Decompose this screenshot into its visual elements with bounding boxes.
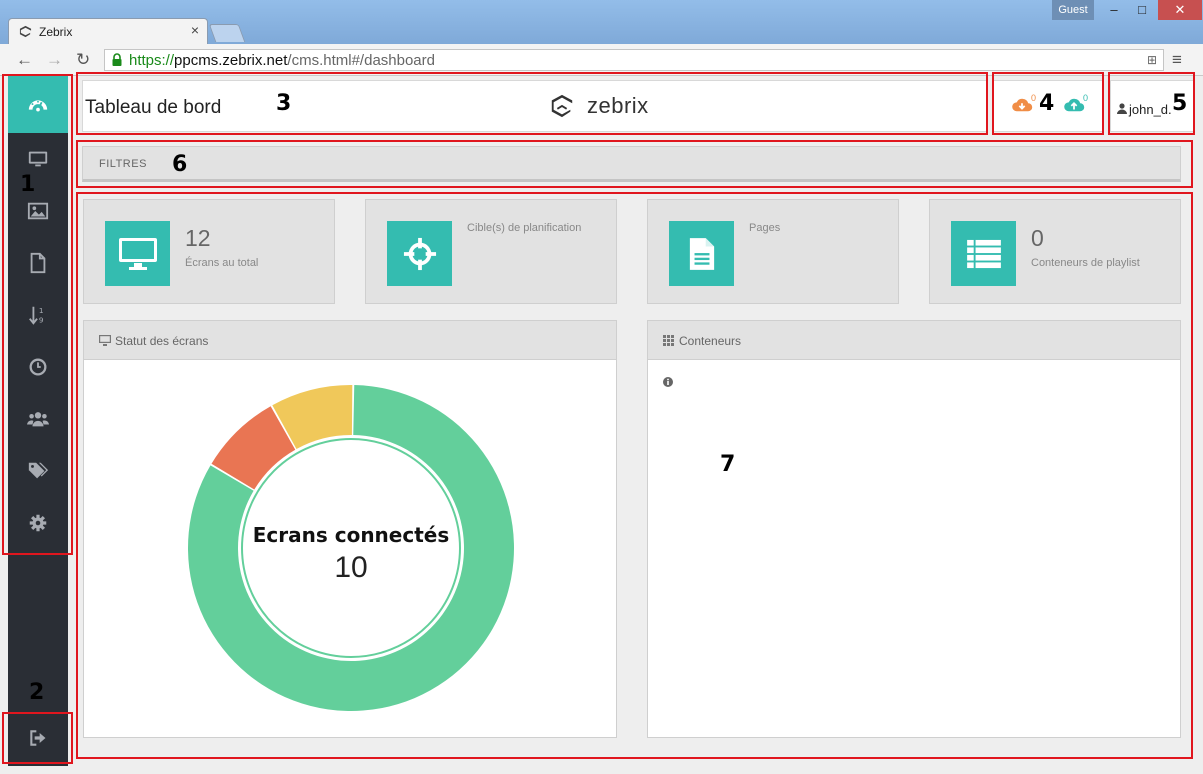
annotation-label-1: 1 (20, 172, 36, 197)
stat-icon-box (951, 221, 1016, 286)
lock-icon (112, 53, 122, 66)
sync-upload[interactable]: 0 (1063, 93, 1088, 118)
sync-download[interactable]: 0 (1011, 93, 1036, 118)
tab-close-button[interactable]: × (191, 22, 199, 38)
gear-icon (29, 514, 47, 532)
reload-button[interactable]: ↻ (76, 50, 90, 70)
sidebar: 19 (8, 76, 68, 766)
sync-download-count: 0 (1031, 93, 1037, 103)
annotation-label-3: 3 (276, 91, 292, 116)
filters-bar[interactable]: FILTRES (82, 146, 1181, 182)
panel-header: Conteneurs (648, 321, 1180, 360)
stat-card-playlists[interactable]: 0 Conteneurs de playlist (929, 199, 1181, 304)
cloud-upload-icon (1064, 98, 1085, 112)
browser-titlebar: Zebrix × Guest – □ ✕ (0, 0, 1203, 44)
sidebar-item-pages[interactable] (8, 237, 68, 289)
info-icon[interactable] (663, 377, 673, 387)
donut-title: Ecrans connectés (252, 523, 450, 547)
donut-chart: Ecrans connectés 10 (187, 385, 514, 711)
guest-profile-badge[interactable]: Guest (1052, 0, 1094, 20)
browser-menu-button[interactable]: ≡ (1172, 50, 1182, 70)
donut-center-value: 10 (334, 551, 368, 584)
panel-screens-status: Statut des écrans Ecrans connectés 10 (83, 320, 617, 738)
zebrix-logo-icon (551, 94, 573, 118)
stat-card-pages[interactable]: Pages (647, 199, 899, 304)
clock-icon (29, 358, 47, 376)
back-button[interactable]: ← (16, 50, 33, 70)
stat-caption: Écrans au total (185, 257, 259, 269)
stat-icon-box (105, 221, 170, 286)
sidebar-item-settings[interactable] (8, 497, 68, 549)
username: john_d. (1129, 102, 1172, 117)
document-icon (689, 237, 714, 270)
stat-icon-box (669, 221, 734, 286)
logout-icon (30, 730, 46, 746)
donut-svg (187, 385, 514, 711)
dashboard-icon (28, 99, 48, 111)
stat-caption: Conteneurs de playlist (1031, 257, 1140, 269)
close-window-button[interactable]: ✕ (1158, 0, 1202, 20)
stat-icon-box (387, 221, 452, 286)
zebrix-logo-icon (19, 25, 32, 38)
panel-title: Statut des écrans (115, 334, 209, 348)
monitor-icon (28, 151, 48, 167)
svg-text:1: 1 (39, 306, 44, 315)
annotation-label-4: 4 (1039, 91, 1055, 116)
title-bar: Tableau de bord zebrix (82, 80, 987, 132)
browser-toolbar: ← → ↻ https://ppcms.zebrix.net/cms.html#… (0, 44, 1203, 76)
monitor-icon (118, 237, 157, 270)
sidebar-item-media[interactable] (8, 185, 68, 237)
stat-caption: Pages (749, 222, 781, 234)
users-icon (27, 412, 49, 427)
browser-tab[interactable]: Zebrix × (8, 18, 208, 44)
maximize-button[interactable]: □ (1128, 0, 1156, 20)
minimize-button[interactable]: – (1100, 0, 1128, 20)
tab-title: Zebrix (39, 25, 73, 39)
sidebar-item-dashboard[interactable] (8, 76, 68, 133)
app-root: 19 Tableau de bord zebrix 0 0 john_d. FI… (0, 76, 1203, 774)
page-title: Tableau de bord (85, 97, 222, 118)
sync-upload-count: 0 (1083, 93, 1089, 103)
stat-card-targets[interactable]: Cible(s) de planification (365, 199, 617, 304)
page-icon (30, 252, 46, 274)
stat-card-screens[interactable]: 12 Écrans au total (83, 199, 335, 304)
donut-inner-ring (241, 438, 461, 658)
stat-value: 12 (185, 225, 211, 251)
panel-header: Statut des écrans (84, 321, 616, 360)
stat-value: 0 (1031, 225, 1044, 251)
stat-caption: Cible(s) de planification (467, 222, 582, 234)
panel-title: Conteneurs (679, 334, 742, 348)
cloud-download-icon (1012, 98, 1033, 112)
sort-numeric-icon: 19 (29, 306, 44, 325)
annotation-label-5: 5 (1172, 91, 1188, 116)
annotation-label-7: 7 (720, 452, 736, 477)
tags-icon (28, 462, 49, 479)
brand-name: zebrix (587, 93, 649, 118)
annotation-label-6: 6 (172, 152, 188, 177)
sidebar-item-screens[interactable] (8, 133, 68, 185)
monitor-icon (99, 335, 111, 346)
sidebar-item-tags[interactable] (8, 445, 68, 497)
image-icon (27, 202, 49, 220)
sidebar-item-schedule[interactable] (8, 341, 68, 393)
new-tab-button[interactable] (208, 24, 246, 42)
sidebar-item-users[interactable] (8, 393, 68, 445)
grid-icon (663, 335, 674, 346)
brand-logo: zebrix (549, 93, 649, 119)
svg-text:9: 9 (39, 315, 44, 324)
filters-label: FILTRES (99, 158, 147, 170)
panel-containers: Conteneurs (647, 320, 1181, 738)
app-header: Tableau de bord zebrix 0 0 john_d. (82, 80, 1194, 132)
user-icon (1117, 103, 1127, 114)
list-icon (966, 239, 1001, 268)
url-text: https://ppcms.zebrix.net/cms.html#/dashb… (129, 52, 435, 69)
translate-icon[interactable]: ⊞ (1147, 53, 1157, 67)
annotation-label-2: 2 (29, 680, 45, 705)
logout-button[interactable] (8, 716, 68, 760)
crosshair-icon (403, 237, 436, 270)
forward-button[interactable]: → (46, 50, 63, 70)
sidebar-item-playlists[interactable]: 19 (8, 289, 68, 341)
address-bar[interactable]: https://ppcms.zebrix.net/cms.html#/dashb… (104, 49, 1164, 71)
